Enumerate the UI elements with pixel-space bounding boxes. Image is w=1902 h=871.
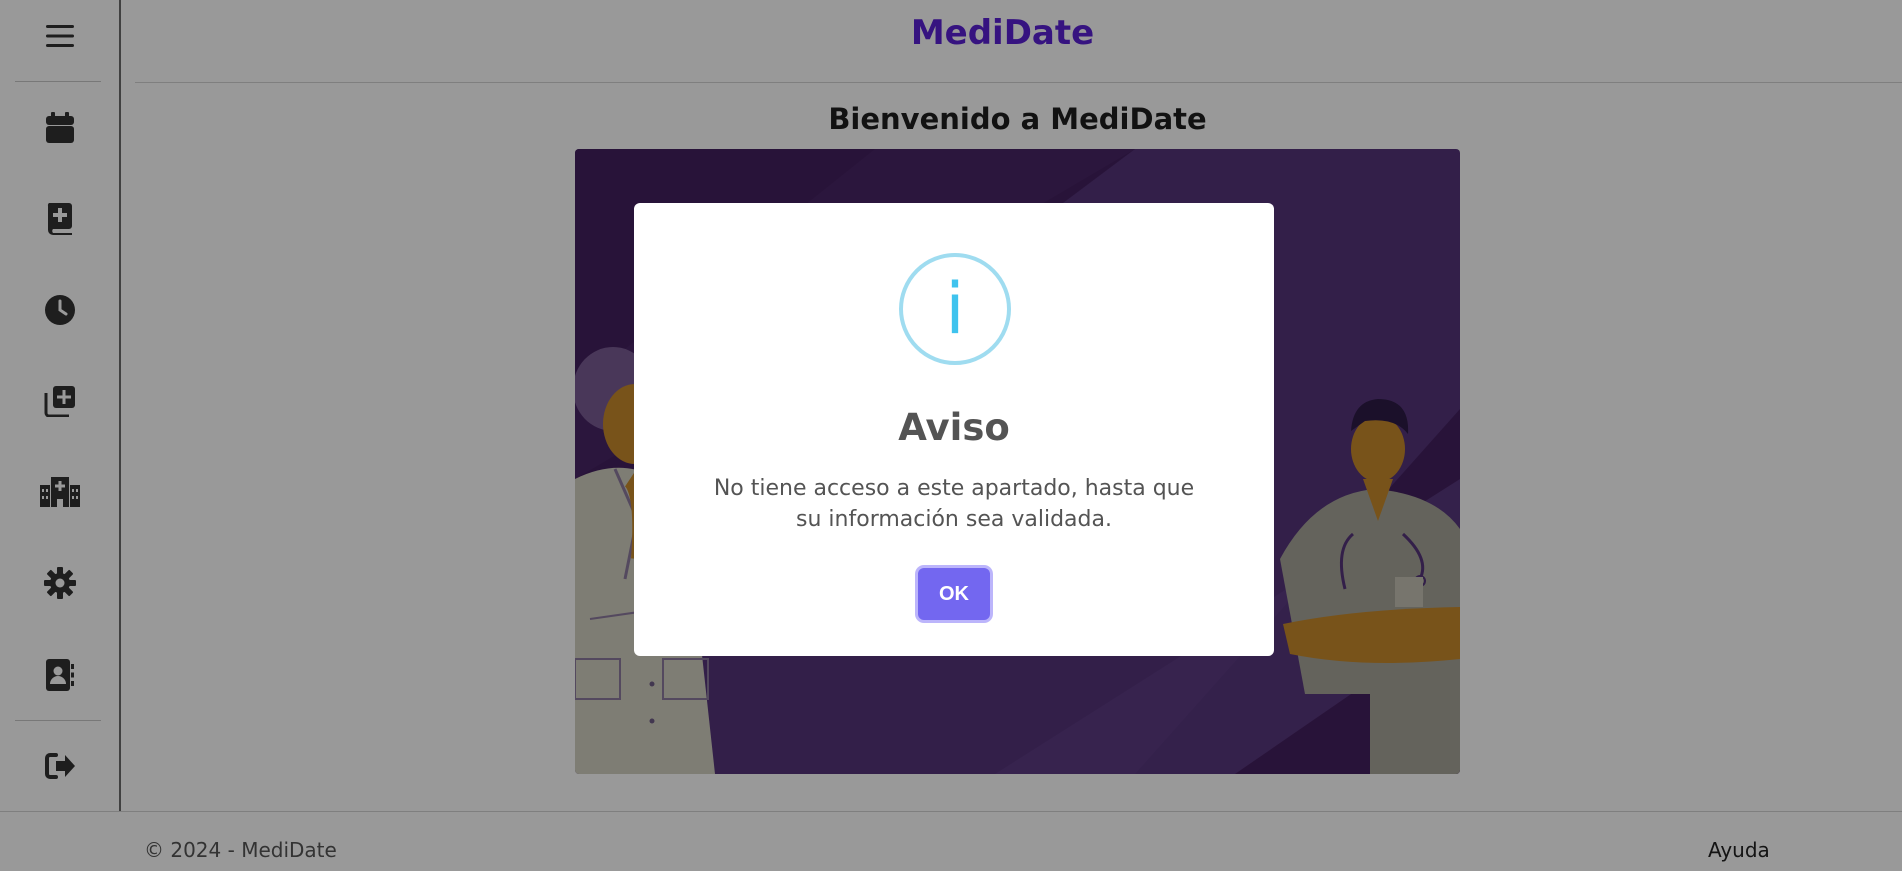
dialog-title: Aviso — [898, 406, 1010, 449]
dialog-message: No tiene acceso a este apartado, hasta q… — [713, 476, 1195, 532]
info-icon: i — [899, 253, 1011, 365]
info-icon-glyph: i — [945, 268, 965, 350]
ok-button[interactable]: OK — [918, 568, 990, 620]
alert-dialog: i Aviso No tiene acceso a este apartado,… — [634, 203, 1274, 656]
app-root: MediDate Bienvenido a MediDate © 2024 - … — [0, 0, 1902, 871]
